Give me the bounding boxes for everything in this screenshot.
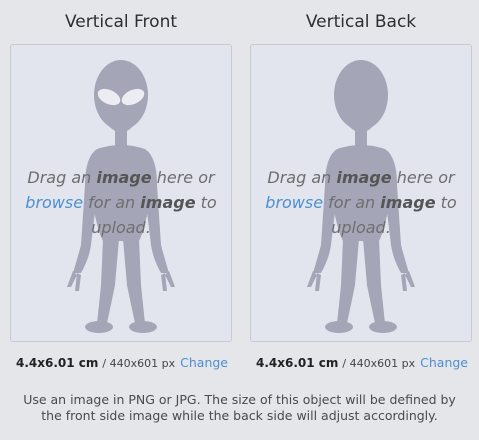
back-panel-title: Vertical Back xyxy=(305,12,417,32)
front-size-info: 4.4x6.01 cm / 440x601 px Change xyxy=(16,353,232,373)
front-panel: Vertical Front Drag an image here or bro… xyxy=(10,0,232,342)
back-size-info: 4.4x6.01 cm / 440x601 px Change xyxy=(256,353,472,373)
front-panel-title: Vertical Front xyxy=(64,12,178,32)
back-size-px: / 440x601 px xyxy=(342,356,416,370)
front-size-px: / 440x601 px xyxy=(102,356,176,370)
front-change-link[interactable]: Change xyxy=(180,355,228,370)
front-dropzone[interactable]: Drag an image here or browse for an imag… xyxy=(10,44,232,342)
front-drop-instructions: Drag an image here or browse for an imag… xyxy=(25,168,217,237)
back-size-cm: 4.4x6.01 cm xyxy=(256,356,339,370)
back-dropzone[interactable]: Drag an image here or browse for an imag… xyxy=(250,44,472,342)
back-browse-link[interactable]: browse xyxy=(265,193,323,212)
front-size-cm: 4.4x6.01 cm xyxy=(16,356,99,370)
back-panel: Vertical Back Drag an image here or brow… xyxy=(250,0,472,342)
front-browse-link[interactable]: browse xyxy=(25,193,83,212)
back-drop-instructions: Drag an image here or browse for an imag… xyxy=(265,168,457,237)
upload-help-text: Use an image in PNG or JPG. The size of … xyxy=(23,392,456,423)
back-change-link[interactable]: Change xyxy=(420,355,468,370)
